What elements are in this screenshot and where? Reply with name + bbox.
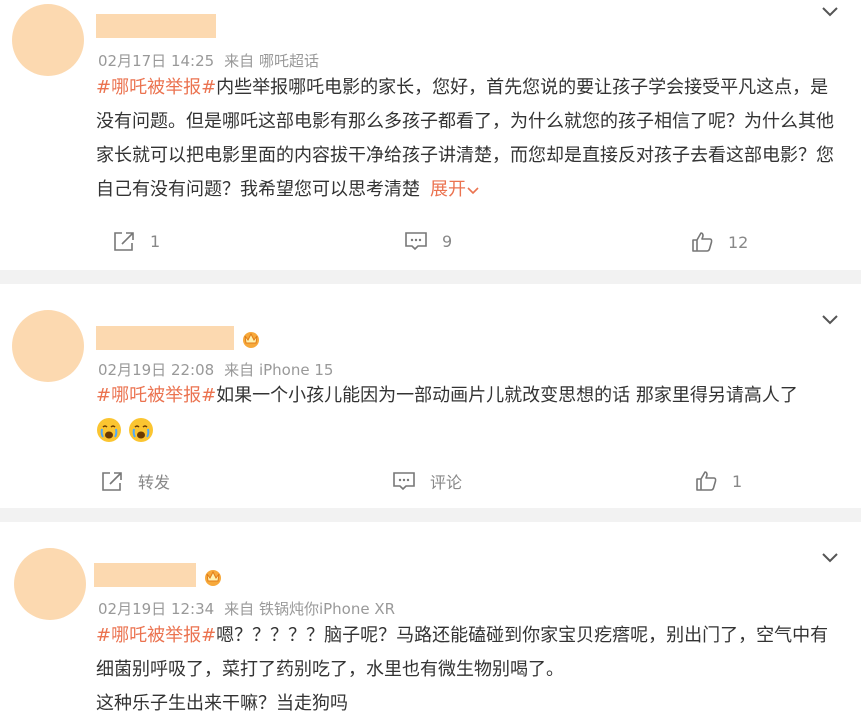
username-redacted[interactable] [94, 563, 196, 587]
avatar[interactable] [12, 310, 84, 382]
comment-count: 9 [442, 231, 453, 251]
avatar[interactable] [12, 4, 84, 76]
post-source[interactable]: 来自 哪吒超话 [224, 52, 319, 70]
crying-emoji-icon [97, 418, 121, 442]
share-icon [102, 472, 122, 491]
post-text: 如果一个小孩儿能因为一部动画片儿就改变思想的话 那家里得另请高人了 [216, 385, 798, 406]
post-content: #哪吒被举报#如果一个小孩儿能因为一部动画片儿就改变思想的话 那家里得另请高人了 [96, 379, 836, 447]
vip-crown-icon [205, 570, 221, 586]
thumbs-up-icon [692, 232, 713, 252]
post-source[interactable]: 来自 iPhone 15 [224, 361, 333, 379]
chevron-down-icon [467, 187, 479, 195]
like-count: 1 [732, 471, 743, 491]
share-icon [114, 232, 134, 251]
hashtag-link[interactable]: #哪吒被举报# [96, 625, 216, 646]
post-meta: 02月19日 22:08 来自 iPhone 15 [98, 359, 333, 380]
forward-label: 转发 [138, 473, 171, 492]
post-time: 02月17日 14:25 [98, 52, 215, 70]
post-time: 02月19日 12:34 [98, 600, 215, 618]
post-3: 02月19日 12:34 来自 铁锅炖你iPhone XR #哪吒被举报#嗯？？？… [0, 522, 861, 719]
post-meta: 02月19日 12:34 来自 铁锅炖你iPhone XR [98, 598, 395, 619]
forward-count: 1 [150, 231, 161, 251]
comment-label: 评论 [430, 473, 463, 492]
chevron-down-icon[interactable] [819, 546, 841, 568]
like-count: 12 [728, 232, 749, 252]
post-separator [0, 508, 861, 522]
expand-label: 展开 [430, 179, 466, 200]
avatar[interactable] [14, 548, 86, 620]
hashtag-link[interactable]: #哪吒被举报# [96, 77, 216, 98]
comment-icon [393, 472, 415, 491]
post-meta: 02月17日 14:25 来自 哪吒超话 [98, 50, 319, 71]
forward-button[interactable]: 1 [112, 230, 160, 252]
post-1: 02月17日 14:25 来自 哪吒超话 #哪吒被举报#内些举报哪吒电影的家长，您… [0, 0, 861, 270]
hashtag-link[interactable]: #哪吒被举报# [96, 385, 216, 406]
chevron-down-icon[interactable] [819, 0, 841, 22]
chevron-down-icon[interactable] [819, 308, 841, 330]
post-content: #哪吒被举报#嗯？？？？？脑子呢？马路还能磕碰到你家宝贝疙瘩呢，别出门了，空气中… [96, 619, 836, 721]
post-separator [0, 270, 861, 284]
comment-button[interactable]: 评论 [392, 469, 462, 493]
post-2: 02月19日 22:08 来自 iPhone 15 #哪吒被举报#如果一个小孩儿能… [0, 284, 861, 508]
post-time: 02月19日 22:08 [98, 361, 215, 379]
expand-link[interactable]: 展开 [430, 179, 480, 200]
like-button[interactable]: 12 [690, 230, 748, 254]
comment-icon [405, 232, 427, 251]
crying-emoji-icon [129, 418, 153, 442]
like-button[interactable]: 1 [694, 469, 742, 493]
username-redacted[interactable] [96, 326, 234, 350]
post-text-line2: 这种乐子生出来干嘛？当走狗吗 [96, 693, 348, 714]
post-source[interactable]: 来自 铁锅炖你iPhone XR [224, 600, 395, 618]
vip-crown-icon [243, 332, 259, 348]
username-redacted[interactable] [96, 14, 216, 38]
post-content: #哪吒被举报#内些举报哪吒电影的家长，您好，首先您说的要让孩子学会接受平凡这点，… [96, 71, 836, 207]
comment-button[interactable]: 9 [404, 230, 452, 252]
thumbs-up-icon [696, 471, 717, 491]
forward-button[interactable]: 转发 [100, 469, 170, 493]
